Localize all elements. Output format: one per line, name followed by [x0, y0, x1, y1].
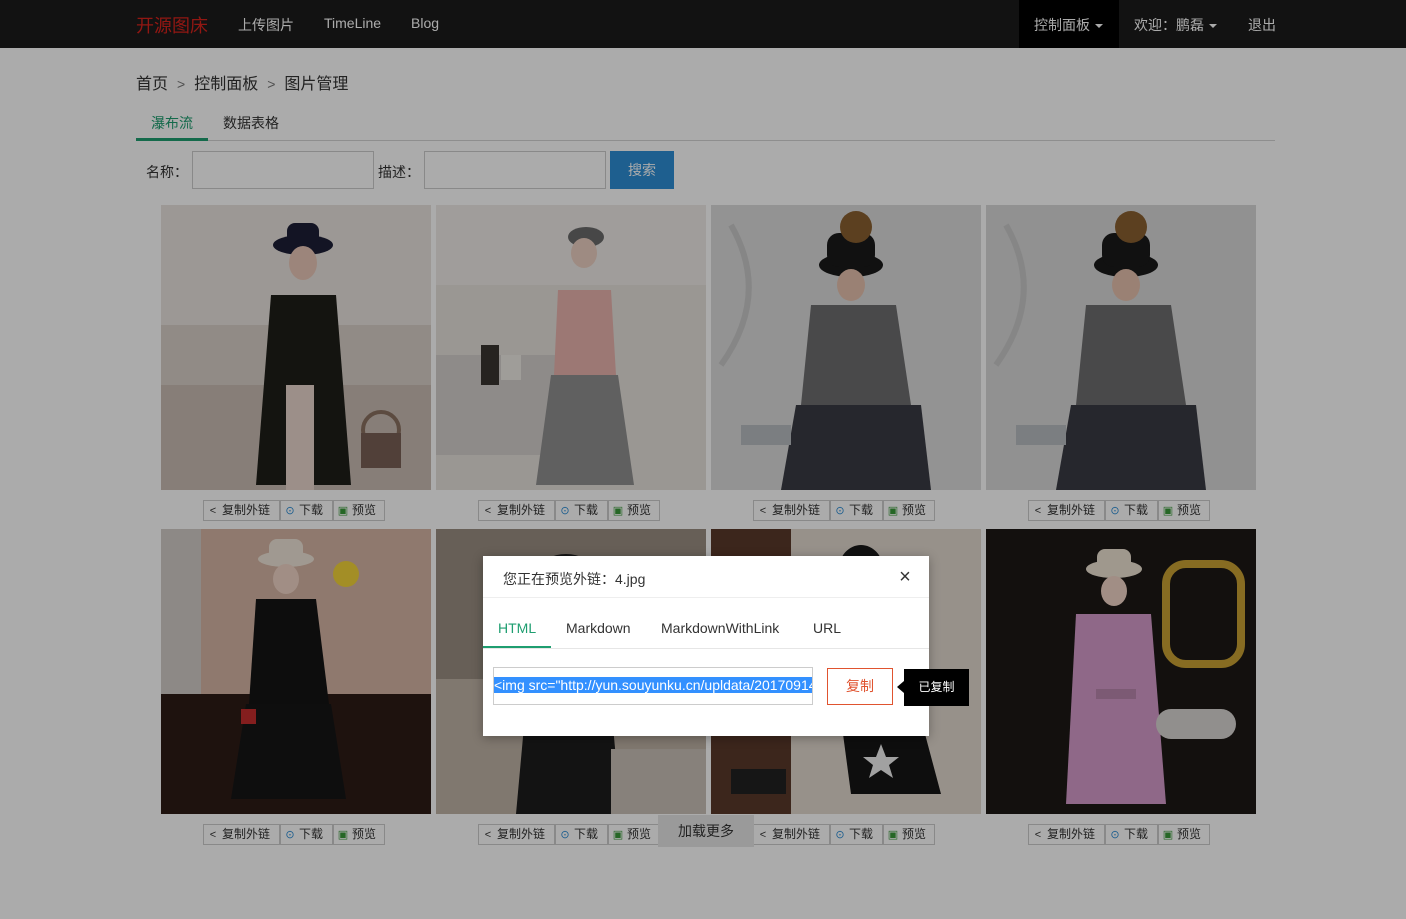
divider: [483, 648, 929, 649]
divider: [483, 597, 929, 598]
close-icon[interactable]: ×: [896, 567, 914, 587]
embed-code-text: <img src="http://yun.souyunku.cn/upldata…: [494, 677, 812, 693]
dialog-title: 您正在预览外链：4.jpg: [503, 571, 646, 587]
tab-url[interactable]: URL: [813, 620, 841, 636]
embed-code-field[interactable]: <img src="http://yun.souyunku.cn/upldata…: [493, 667, 813, 705]
tooltip-arrow: [897, 681, 904, 693]
link-preview-dialog: 您正在预览外链：4.jpg × HTML Markdown MarkdownWi…: [483, 556, 929, 736]
tab-markdown[interactable]: Markdown: [566, 620, 631, 636]
tab-html[interactable]: HTML: [498, 620, 536, 636]
copy-button[interactable]: 复制: [827, 668, 893, 705]
tab-markdown-with-link[interactable]: MarkdownWithLink: [661, 620, 779, 636]
modal-backdrop[interactable]: [0, 0, 1406, 919]
copied-tooltip: 已复制: [904, 669, 969, 706]
